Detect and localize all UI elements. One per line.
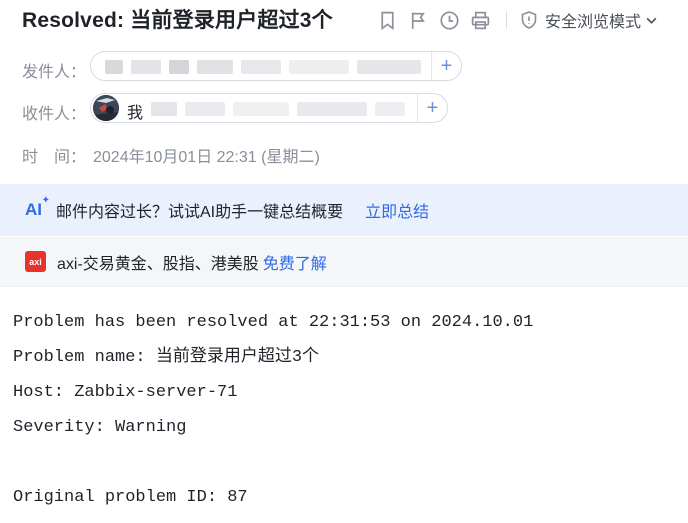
body-line-host: Host: Zabbix-server-71 xyxy=(13,383,238,402)
bookmark-icon[interactable] xyxy=(374,7,400,33)
ad-banner: axi axi-交易黄金、股指、港美股 免费了解 xyxy=(0,237,688,287)
ai-banner-text: 邮件内容过长？试试AI助手一键总结概要 xyxy=(56,204,344,221)
add-sender-contact-button[interactable]: + xyxy=(431,52,461,80)
redacted-text xyxy=(233,102,289,116)
summarize-now-link[interactable]: 立即总结 xyxy=(365,198,429,222)
add-recipient-contact-button[interactable]: + xyxy=(417,94,447,122)
axi-logo-icon: axi xyxy=(25,251,46,272)
ad-text: axi-交易黄金、股指、港美股 xyxy=(57,255,259,273)
redacted-text xyxy=(297,102,367,116)
chevron-down-icon xyxy=(646,17,657,24)
recipient-me: 我 xyxy=(127,105,144,122)
redacted-text xyxy=(185,102,225,116)
flag-icon[interactable] xyxy=(405,7,431,33)
mail-header: Resolved: 当前登录用户超过3个 安全浏览模式 发件人： + 收件人： xyxy=(0,0,688,183)
redacted-text xyxy=(357,60,421,74)
date-value: 2024年10月01日 22:31 (星期二) xyxy=(93,149,320,166)
shield-icon xyxy=(521,11,537,29)
ai-logo-icon: AI ✦ xyxy=(25,195,50,220)
redacted-text xyxy=(289,60,349,74)
body-line-problem-id: Original problem ID: 87 xyxy=(13,488,248,507)
from-label: 发件人： xyxy=(22,64,87,81)
toolbar-divider xyxy=(506,11,507,29)
safe-mode-button[interactable]: 安全浏览模式 xyxy=(519,8,664,32)
redacted-text xyxy=(105,60,123,74)
mail-subject: Resolved: 当前登录用户超过3个 xyxy=(22,9,333,32)
to-label: 收件人： xyxy=(22,106,87,123)
safe-mode-label: 安全浏览模式 xyxy=(545,14,642,31)
redacted-text xyxy=(375,102,405,116)
body-line-blank xyxy=(13,450,683,485)
clock-icon[interactable] xyxy=(436,7,462,33)
redacted-text xyxy=(197,60,233,74)
body-line-severity: Severity: Warning xyxy=(13,418,187,437)
to-address-pill[interactable]: 我 + xyxy=(90,93,448,123)
redacted-text xyxy=(241,60,281,74)
avatar xyxy=(93,95,119,121)
date-label: 时 间： xyxy=(22,149,87,166)
redacted-text xyxy=(131,60,161,74)
body-line-problem-name: Problem name: 当前登录用户超过3个 xyxy=(13,348,320,367)
redacted-text xyxy=(169,60,189,74)
from-address-pill[interactable]: + xyxy=(90,51,462,81)
mail-toolbar: 安全浏览模式 xyxy=(374,7,664,33)
body-line-resolved: Problem has been resolved at 22:31:53 on… xyxy=(13,313,534,332)
print-icon[interactable] xyxy=(467,7,493,33)
redacted-text xyxy=(151,102,177,116)
ai-logo-text: AI xyxy=(25,200,42,219)
sparkle-icon: ✦ xyxy=(41,195,50,206)
mail-body: Problem has been resolved at 22:31:53 on… xyxy=(13,310,683,520)
ai-summary-banner: AI ✦ 邮件内容过长？试试AI助手一键总结概要 立即总结 xyxy=(0,184,688,236)
ad-learn-more-link[interactable]: 免费了解 xyxy=(263,250,327,274)
